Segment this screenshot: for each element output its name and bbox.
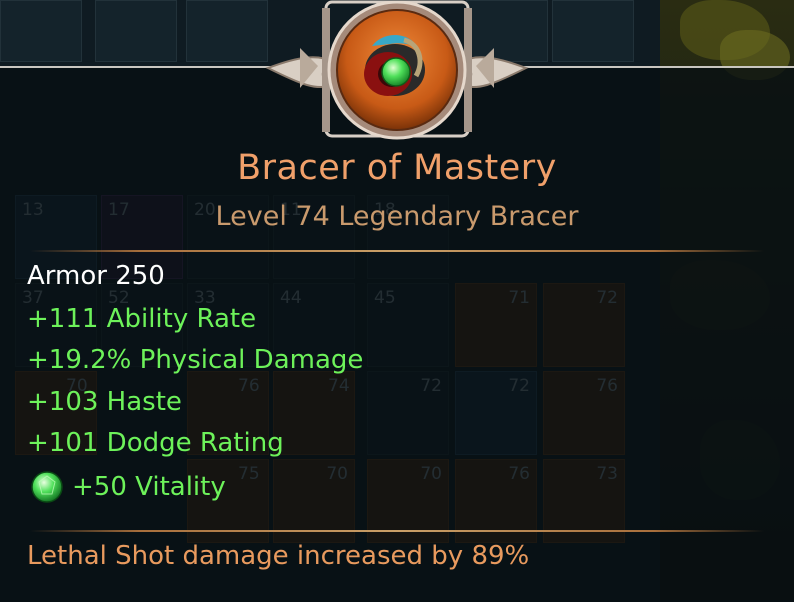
legendary-effect: Lethal Shot damage increased by 89% <box>27 541 530 571</box>
item-name: Bracer of Mastery <box>237 148 557 188</box>
gem-socket-stat: +50 Vitality <box>30 470 226 504</box>
item-emblem <box>265 0 529 140</box>
armor-stat: Armor 250 <box>27 261 165 291</box>
stat-line: +101 Dodge Rating <box>27 428 284 458</box>
tooltip-divider <box>30 250 764 252</box>
tooltip-divider <box>30 530 764 532</box>
emerald-gem-icon <box>31 471 63 503</box>
stat-line: +103 Haste <box>27 387 182 417</box>
stat-line: +19.2% Physical Damage <box>27 345 364 375</box>
stat-line: +111 Ability Rate <box>27 304 257 334</box>
gem-stat-text: +50 Vitality <box>72 472 226 502</box>
item-type: Level 74 Legendary Bracer <box>215 201 579 232</box>
